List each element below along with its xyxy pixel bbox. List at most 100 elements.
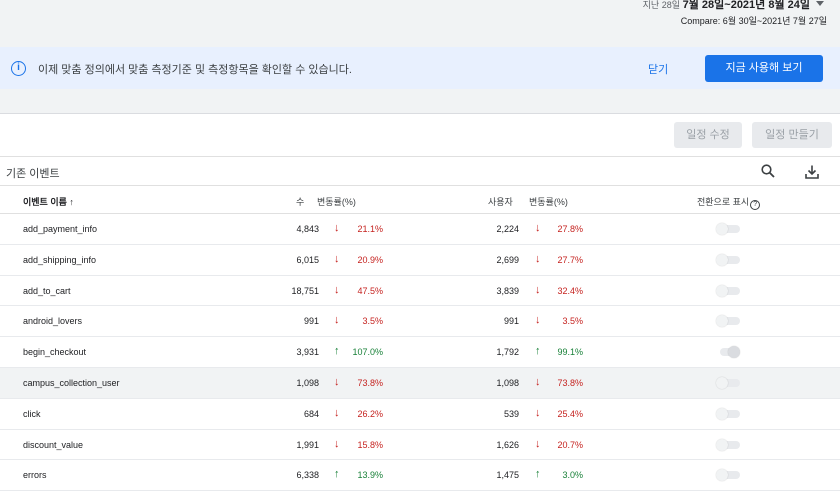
toggle-knob [716,376,728,389]
date-range-selector[interactable]: 7월 28일~2021년 8월 24일 [683,0,810,12]
event-count: 1,098 [296,377,319,388]
conversion-toggle[interactable] [716,469,742,482]
count-change: 107.0% [352,347,383,358]
toggle-knob [716,469,728,482]
arrow-down-icon: ↓ [334,437,340,450]
column-header-conversion: 전환으로 표시? [697,195,761,210]
event-name-link[interactable]: add_to_cart [23,286,71,296]
toggle-knob [716,253,728,266]
table-row[interactable]: android_lovers 991 ↓ 3.5% 991 ↓ 3.5% [0,306,840,338]
count-change: 20.9% [357,254,383,265]
toggle-knob [716,223,728,235]
create-event-button[interactable]: 일정 만들기 [752,122,832,148]
event-name-link[interactable]: add_payment_info [23,224,97,234]
arrow-down-icon: ↓ [535,437,541,450]
event-count: 6,015 [296,254,319,265]
date-range-prefix: 지난 28일 [642,0,680,10]
table-row[interactable]: add_to_cart 18,751 ↓ 47.5% 3,839 ↓ 32.4% [0,275,840,307]
column-header-count[interactable]: 수 [296,195,304,208]
toggle-knob [728,346,740,359]
arrow-down-icon: ↓ [535,375,541,388]
count-change: 3.5% [362,316,383,327]
column-header-count-change[interactable]: 변동률(%) [317,195,356,208]
banner-text: 이제 맞춤 정의에서 맞춤 측정기준 및 측정항목을 확인할 수 있습니다. [38,64,352,76]
conversion-toggle[interactable] [716,376,742,389]
arrow-down-icon: ↓ [334,375,340,388]
toggle-knob [716,407,728,420]
user-count: 539 [503,408,519,419]
conversion-toggle[interactable] [716,253,742,266]
user-count: 2,224 [496,224,519,234]
conversion-toggle[interactable] [716,223,742,235]
event-name-link[interactable]: errors [23,470,47,480]
column-header-event-name[interactable]: 이벤트 이름 ↑ [23,195,74,208]
user-count: 991 [503,316,519,327]
table-row[interactable]: discount_value 1,991 ↓ 15.8% 1,626 ↓ 20.7% [0,429,840,461]
arrow-down-icon: ↓ [535,222,541,234]
event-count: 684 [303,408,319,419]
event-name-link[interactable]: discount_value [23,440,83,450]
event-name-link[interactable]: android_lovers [23,316,82,326]
user-count: 3,839 [496,285,519,296]
events-table-body: add_payment_info 4,843 ↓ 21.1% 2,224 ↓ 27.8% ad… [0,214,840,491]
try-now-button[interactable]: 지금 사용해 보기 [705,55,823,82]
arrow-down-icon: ↓ [334,252,340,265]
count-change: 13.9% [357,470,383,481]
table-row[interactable]: campus_collection_user 1,098 ↓ 73.8% 1,098 ↓ 7… [0,367,840,399]
table-row[interactable]: add_payment_info 4,843 ↓ 21.1% 2,224 ↓ 27.8% [0,214,840,245]
section-title: 기존 이벤트 [6,168,60,180]
count-change: 47.5% [357,285,383,296]
arrow-down-icon: ↓ [535,406,541,419]
arrow-down-icon: ↓ [334,314,340,327]
arrow-down-icon: ↓ [535,252,541,265]
search-icon[interactable] [761,164,775,178]
download-icon[interactable] [804,164,820,180]
help-icon[interactable]: ? [750,200,761,210]
conversion-toggle[interactable] [716,438,742,451]
date-range-bar: 지난 28일 7월 28일~2021년 8월 24일 Compare: 6월 3… [0,0,840,47]
conversion-toggle[interactable] [716,284,742,297]
info-banner: i 이제 맞춤 정의에서 맞춤 측정기준 및 측정항목을 확인할 수 있습니다.… [0,47,840,89]
conversion-toggle[interactable] [716,407,742,420]
arrow-down-icon: ↓ [334,222,340,234]
event-count: 1,991 [296,439,319,450]
event-name-link[interactable]: begin_checkout [23,347,86,357]
users-change: 99.1% [557,347,583,358]
table-row[interactable]: begin_checkout 3,931 ↑ 107.0% 1,792 ↑ 99.1% [0,337,840,368]
conversion-toggle[interactable] [716,346,742,359]
event-name-link[interactable]: add_shipping_info [23,255,96,265]
user-count: 1,098 [496,377,519,388]
table-row[interactable]: add_shipping_info 6,015 ↓ 20.9% 2,699 ↓ 27.7% [0,244,840,276]
users-change: 32.4% [557,285,583,296]
count-change: 73.8% [357,377,383,388]
table-row[interactable]: errors 6,338 ↑ 13.9% 1,475 ↑ 3.0% [0,460,840,491]
event-name-link[interactable]: click [23,409,41,419]
conversion-toggle[interactable] [716,315,742,328]
date-range-compare: Compare: 6월 30일~2021년 7월 27일 [680,16,827,26]
users-change: 73.8% [557,377,583,388]
arrow-down-icon: ↓ [334,406,340,419]
count-change: 26.2% [357,408,383,419]
toggle-knob [716,315,728,328]
table-row[interactable]: click 684 ↓ 26.2% 539 ↓ 25.4% [0,398,840,430]
column-header-users-change[interactable]: 변동률(%) [529,195,568,208]
users-change: 3.5% [562,316,583,327]
arrow-down-icon: ↓ [535,314,541,327]
count-change: 21.1% [357,224,383,234]
existing-events-header: 기존 이벤트 [0,156,840,186]
arrow-down-icon: ↓ [535,283,541,296]
caret-down-icon[interactable] [816,1,824,6]
event-count: 4,843 [296,224,319,234]
arrow-down-icon: ↓ [334,283,340,296]
toggle-knob [716,438,728,451]
column-header-users[interactable]: 사용자 [488,195,513,208]
users-change: 20.7% [557,439,583,450]
count-change: 15.8% [357,439,383,450]
event-name-link[interactable]: campus_collection_user [23,378,120,388]
arrow-up-icon: ↑ [334,345,340,358]
banner-close-button[interactable]: 닫기 [648,61,668,77]
edit-event-button[interactable]: 일정 수정 [674,122,742,148]
arrow-up-icon: ↑ [334,468,340,481]
users-change: 25.4% [557,408,583,419]
events-card: 일정 수정 일정 만들기 기존 이벤트 이벤트 이름 ↑ 수 변동률(%) 사용… [0,113,840,491]
